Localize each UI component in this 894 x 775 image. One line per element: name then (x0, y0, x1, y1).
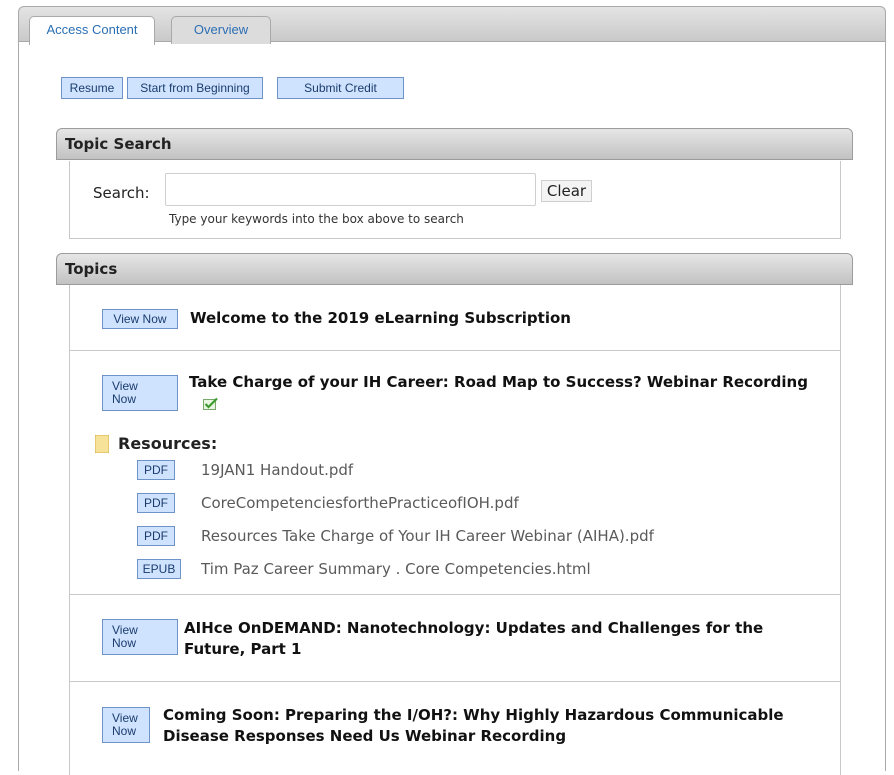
resource-link[interactable]: Tim Paz Career Summary . Core Competenci… (201, 560, 591, 578)
tab-overview[interactable]: Overview (171, 16, 271, 44)
topic-title[interactable]: Coming Soon: Preparing the I/OH?: Why Hi… (163, 705, 803, 747)
view-now-button[interactable]: View Now (102, 375, 178, 411)
topics-header: Topics (56, 253, 853, 285)
resources-label: Resources: (118, 434, 218, 453)
view-now-button[interactable]: View Now (102, 309, 178, 329)
folder-icon (95, 435, 109, 453)
resource-link[interactable]: Resources Take Charge of Your IH Career … (201, 527, 654, 545)
topic-divider (70, 350, 840, 351)
pdf-badge: PDF (137, 493, 175, 513)
topic-title[interactable]: Take Charge of your IH Career: Road Map … (189, 372, 808, 393)
topic-search-header: Topic Search (56, 128, 853, 160)
clear-button[interactable]: Clear (541, 180, 592, 202)
pdf-badge: PDF (137, 460, 175, 480)
submit-credit-button[interactable]: Submit Credit (277, 77, 404, 99)
view-now-button[interactable]: View Now (102, 707, 150, 743)
resource-link[interactable]: CoreCompetenciesforthePracticeofIOH.pdf (201, 494, 519, 512)
pdf-badge: PDF (137, 526, 175, 546)
tab-bar: Access Content Overview (18, 6, 886, 45)
view-now-button[interactable]: View Now (102, 619, 178, 655)
topic-title[interactable]: Welcome to the 2019 eLearning Subscripti… (190, 308, 571, 329)
search-label: Search: (93, 184, 150, 202)
epub-badge: EPUB (137, 559, 181, 579)
topic-title[interactable]: AIHce OnDEMAND: Nanotechnology: Updates … (184, 618, 784, 660)
start-from-beginning-button[interactable]: Start from Beginning (127, 77, 263, 99)
resource-link[interactable]: 19JAN1 Handout.pdf (201, 461, 353, 479)
resume-button[interactable]: Resume (61, 77, 123, 99)
search-input[interactable] (165, 173, 536, 206)
topic-divider (70, 594, 840, 595)
topic-divider (70, 681, 840, 682)
check-icon (203, 397, 218, 410)
search-hint: Type your keywords into the box above to… (169, 212, 464, 226)
